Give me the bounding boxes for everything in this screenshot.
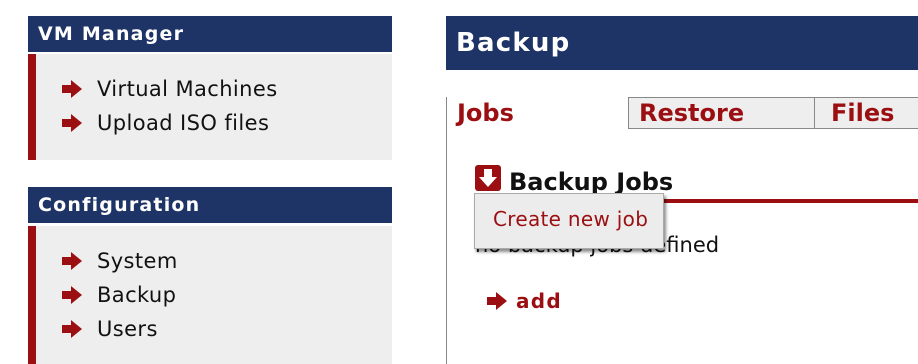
add-job-link[interactable]: add <box>487 289 562 313</box>
page-title-text: Backup <box>456 28 571 58</box>
sidebar-header-label: Configuration <box>38 194 201 216</box>
sidebar-item-label: Backup <box>97 283 177 307</box>
sidebar-item-upload-iso[interactable]: Upload ISO files <box>62 111 269 135</box>
page-title: Backup <box>446 16 918 70</box>
tab-label: Restore <box>639 99 745 127</box>
tab-files[interactable]: Files <box>814 97 918 129</box>
arrow-right-icon <box>62 252 82 270</box>
sidebar-menu-vm-manager: Virtual Machines Upload ISO files <box>28 54 392 160</box>
sidebar-item-virtual-machines[interactable]: Virtual Machines <box>62 77 278 101</box>
arrow-right-icon <box>62 320 82 338</box>
tab-restore[interactable]: Restore <box>628 97 814 129</box>
tab-label: Files <box>831 99 895 127</box>
sidebar-item-backup[interactable]: Backup <box>62 283 176 307</box>
arrow-right-icon <box>62 286 82 304</box>
tab-label: Jobs <box>457 99 514 127</box>
sidebar-item-label: Virtual Machines <box>97 77 278 101</box>
sidebar-item-system[interactable]: System <box>62 249 178 273</box>
sidebar-menu-configuration: System Backup Users <box>28 226 392 364</box>
context-menu: Create new job <box>474 193 664 249</box>
tab-jobs[interactable]: Jobs <box>447 97 628 129</box>
section-title: Backup Jobs <box>509 168 674 196</box>
sidebar-item-label: System <box>97 249 178 273</box>
sidebar-item-label: Upload ISO files <box>97 111 270 135</box>
sidebar-header-configuration: Configuration <box>28 187 392 223</box>
expand-down-icon[interactable] <box>475 165 501 191</box>
sidebar-header-label: VM Manager <box>38 23 185 45</box>
sidebar-header-vm-manager: VM Manager <box>28 16 392 52</box>
arrow-right-icon <box>62 114 82 132</box>
arrow-right-icon <box>487 292 507 310</box>
add-link-label: add <box>516 289 563 313</box>
sidebar-item-label: Users <box>97 317 158 341</box>
create-new-job-menu-item[interactable]: Create new job <box>493 207 648 231</box>
sidebar-item-users[interactable]: Users <box>62 317 158 341</box>
arrow-right-icon <box>62 80 82 98</box>
